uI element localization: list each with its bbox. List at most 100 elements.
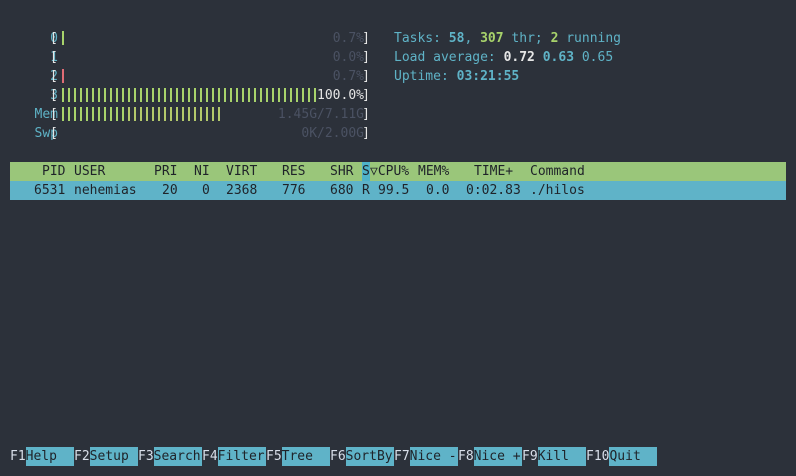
htop-terminal: 0 [ 0.7% ] 1 [ 0.0% ] 2 [ 0.7% ] 3 [ 100…	[0, 0, 796, 476]
uptime-line: Uptime: 03:21:55	[394, 69, 520, 84]
bar-segment	[80, 107, 82, 121]
f9-kill-button[interactable]: F9Kill	[522, 447, 586, 466]
tasks-count: 58	[448, 31, 465, 46]
bar-segment	[92, 107, 94, 121]
bar-segment	[86, 88, 88, 102]
col-res[interactable]: RES	[282, 162, 305, 181]
bar-segment	[140, 88, 142, 102]
bar-segment	[104, 88, 106, 102]
bar-segment	[302, 88, 304, 102]
bar-segment	[206, 107, 208, 121]
swap-value: 0K/2.00G	[301, 126, 364, 141]
col-command[interactable]: Command	[530, 162, 585, 181]
col-time[interactable]: TIME+	[474, 162, 513, 181]
bar-segment	[170, 88, 172, 102]
bar-segment	[128, 107, 130, 121]
cpu-percent: 0.7%	[332, 69, 364, 84]
bar-segment	[146, 107, 148, 121]
col-mem[interactable]: MEM%	[418, 162, 449, 181]
bar-segment	[314, 88, 316, 102]
cell-cpu: 99.5	[378, 183, 410, 198]
cpu-percent: 100.0%	[317, 88, 364, 103]
f5-tree-button[interactable]: F5Tree	[266, 447, 330, 466]
col-pid[interactable]: PID	[42, 162, 65, 181]
bar-segment	[284, 88, 286, 102]
bar-segment	[290, 88, 292, 102]
col-shr[interactable]: SHR	[330, 162, 353, 181]
col-pri[interactable]: PRI	[154, 162, 177, 181]
load-1: 0.72	[503, 50, 535, 65]
bar-segment	[260, 88, 262, 102]
col-ni[interactable]: NI	[194, 162, 210, 181]
bar-segment	[68, 88, 70, 102]
bar-segment	[194, 107, 196, 121]
bar-segment	[200, 107, 202, 121]
f2-setup-button[interactable]: F2Setup	[74, 447, 138, 466]
function-key-bar: F1Help F2Setup F3Search F4Filter F5Tree …	[10, 447, 786, 466]
bar-segment	[104, 107, 106, 121]
cell-mem: 0.0	[426, 183, 450, 198]
bar-segment	[134, 107, 136, 121]
bar-segment	[80, 88, 82, 102]
mem-meter: Mem [ 1.45G/7.11G ]	[34, 107, 370, 122]
bar-segment	[272, 88, 274, 102]
mem-bar	[62, 107, 302, 122]
bar-segment	[206, 88, 208, 102]
mem-value: 1.45G/7.11G	[277, 107, 364, 122]
swap-bar	[62, 126, 302, 141]
f1-help-button[interactable]: F1Help	[10, 447, 74, 466]
bar-segment	[182, 88, 184, 102]
col-cpu-sorted[interactable]: ▽CPU%	[370, 162, 409, 181]
load-15: 0.65	[581, 50, 614, 65]
cpu-bar	[62, 50, 302, 65]
cell-user: nehemias	[74, 183, 137, 198]
bar-segment	[74, 107, 76, 121]
f7-nice-minus-button[interactable]: F7Nice -	[394, 447, 458, 466]
col-user[interactable]: USER	[74, 162, 105, 181]
col-state[interactable]: S	[362, 162, 370, 181]
bar-segment	[62, 107, 64, 121]
cpu-meter-1: 1 [ 0.0% ]	[50, 50, 370, 65]
f4-filter-button[interactable]: F4Filter	[202, 447, 266, 466]
bar-segment	[164, 88, 166, 102]
f8-nice-plus-button[interactable]: F8Nice +	[458, 447, 522, 466]
bar-segment	[242, 88, 244, 102]
bar-segment	[68, 107, 70, 121]
bar-segment	[254, 88, 256, 102]
cpu-meter-0: 0 [ 0.7% ]	[50, 31, 370, 46]
bar-segment	[248, 88, 250, 102]
bar-segment	[62, 88, 64, 102]
bar-segment	[116, 107, 118, 121]
bar-segment	[176, 88, 178, 102]
swap-meter: Swp [ 0K/2.00G ]	[34, 126, 370, 141]
tasks-line: Tasks: 58, 307 thr; 2 running	[394, 31, 622, 46]
bar-segment	[74, 88, 76, 102]
bar-segment	[134, 88, 136, 102]
bar-segment	[110, 107, 112, 121]
cell-command: ./hilos	[530, 183, 585, 198]
cpu-meter-3: 3 [ 100.0% ]	[50, 88, 370, 103]
cpu-bar	[62, 88, 322, 103]
load-average-line: Load average: 0.72 0.63 0.65	[394, 50, 614, 65]
f10-quit-button[interactable]: F10Quit	[586, 447, 658, 466]
bar-segment	[116, 88, 118, 102]
bar-segment	[122, 107, 124, 121]
bar-segment	[152, 88, 154, 102]
bar-segment	[98, 107, 100, 121]
cpu-meter-2: 2 [ 0.7% ]	[50, 69, 370, 84]
bar-segment	[266, 88, 268, 102]
bar-segment	[146, 88, 148, 102]
bar-segment	[224, 88, 226, 102]
col-virt[interactable]: VIRT	[226, 162, 257, 181]
uptime-value: 03:21:55	[456, 69, 520, 84]
cell-shr: 680	[330, 183, 354, 198]
bar-segment	[296, 88, 298, 102]
f3-search-button[interactable]: F3Search	[138, 447, 202, 466]
bar-segment	[152, 107, 154, 121]
bar-segment	[212, 88, 214, 102]
table-row[interactable]: 6531 nehemias 20 0 2368 776 680 R 99.5 0…	[10, 181, 786, 200]
f6-sortby-button[interactable]: F6SortBy	[330, 447, 394, 466]
cpu-bar	[62, 31, 302, 46]
bar-segment	[110, 88, 112, 102]
bar-segment	[188, 88, 190, 102]
